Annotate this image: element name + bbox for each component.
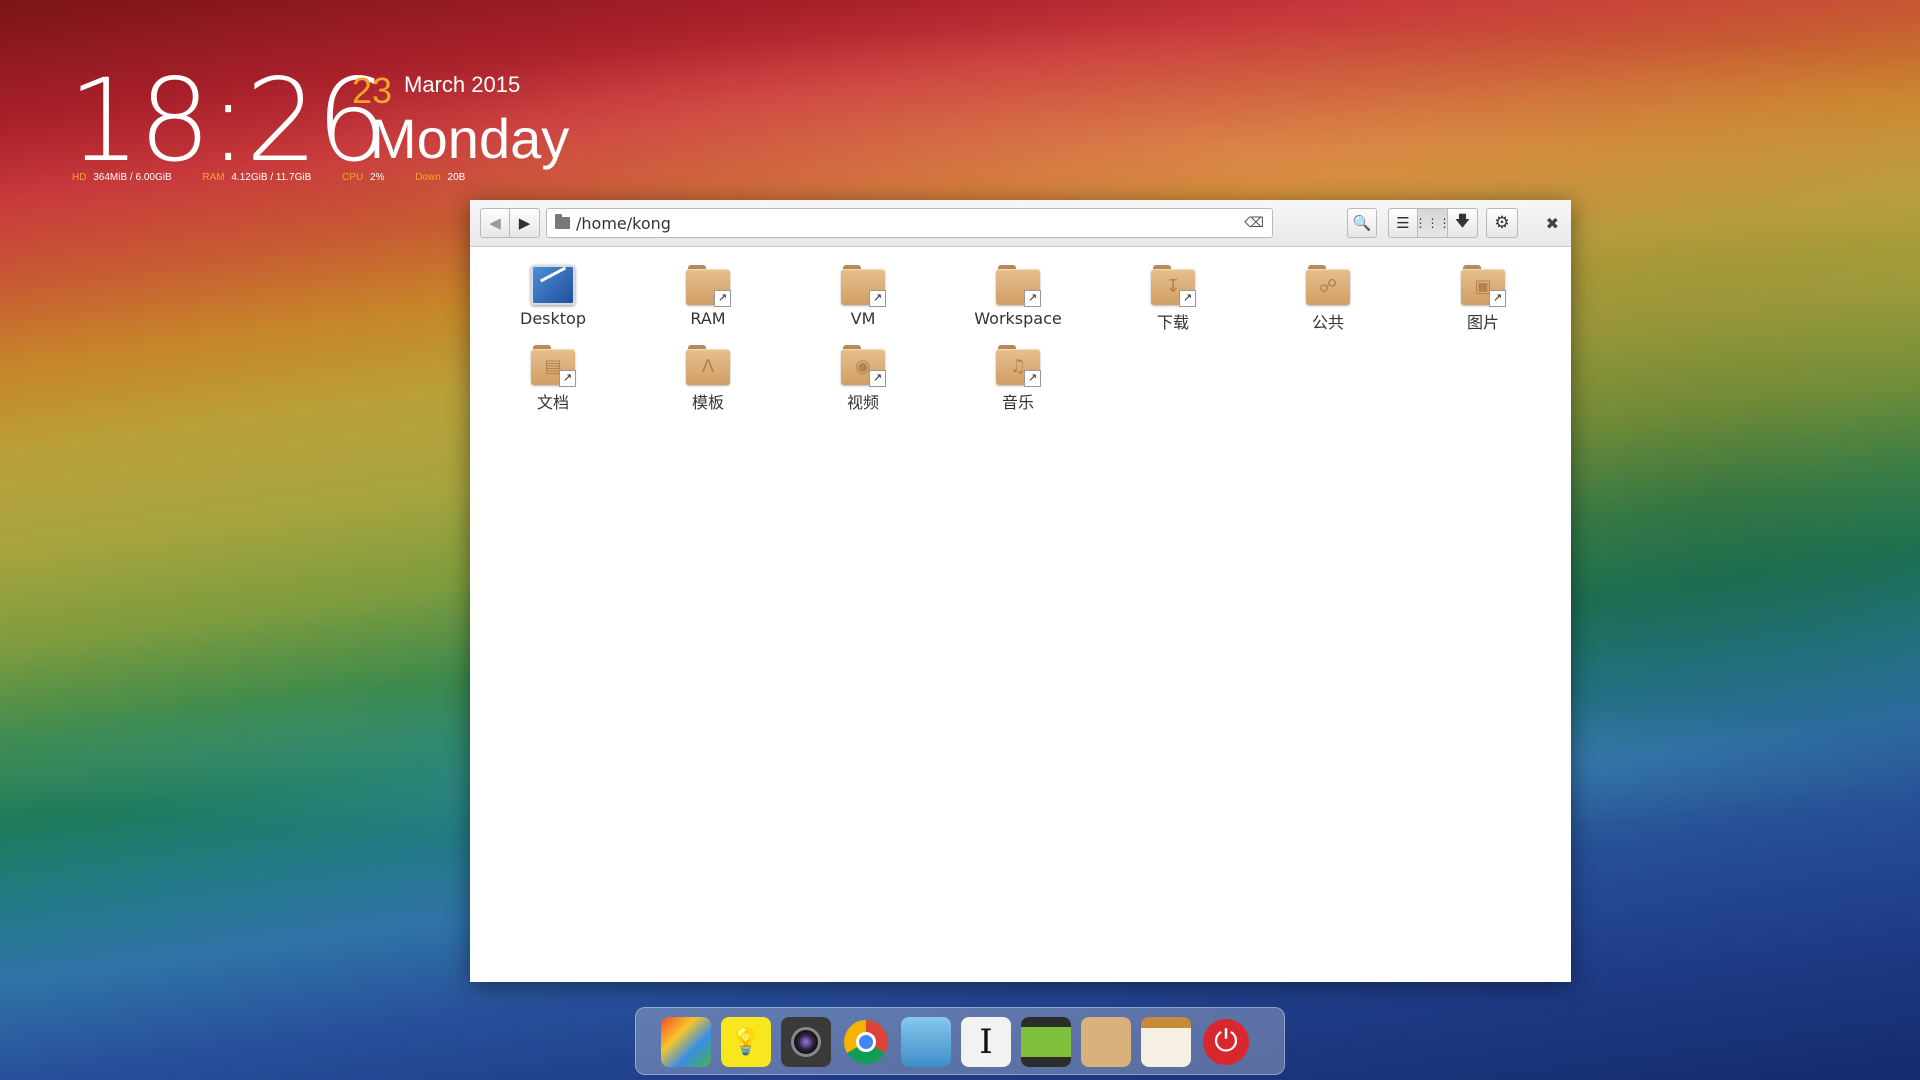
file-item-label: 下载 — [1156, 313, 1189, 332]
search-button[interactable]: 🔍 — [1347, 208, 1377, 238]
download-folder-icon: ↧ ↗ — [1151, 265, 1196, 307]
stat-hd-value: 364MiB / 6.00GiB — [93, 172, 172, 183]
file-item-public[interactable]: ☍ 公共 — [1273, 255, 1383, 332]
file-item-label: 文档 — [536, 393, 569, 412]
archive-icon[interactable] — [1081, 1017, 1131, 1067]
file-item-label: Workspace — [974, 309, 1062, 328]
settings-button[interactable]: ⚙ — [1486, 208, 1518, 238]
file-item-vm[interactable]: ↗ VM — [808, 255, 918, 329]
file-item-templates[interactable]: Λ 模板 — [653, 335, 763, 412]
app-grid-icon[interactable] — [661, 1017, 711, 1067]
dock: 💡 I ⏻ — [635, 1007, 1285, 1075]
stat-ram-label: RAM — [202, 172, 225, 183]
stat-down-value: 20B — [447, 172, 466, 183]
videos-folder-icon: ◉ ↗ — [841, 345, 886, 387]
stat-cpu-label: CPU — [342, 172, 364, 183]
list-view-button[interactable]: ☰ — [1388, 208, 1418, 238]
notes-icon[interactable] — [1141, 1017, 1191, 1067]
stat-down-label: Down — [415, 172, 441, 183]
file-item-label: RAM — [690, 309, 726, 328]
close-icon: ✖ — [1545, 214, 1559, 233]
folder-link-icon: ↗ — [686, 265, 731, 307]
system-stats: HD 364MiB / 6.00GiB RAM 4.12GiB / 11.7Gi… — [72, 172, 493, 183]
back-button[interactable]: ◀ — [480, 208, 510, 238]
lightbulb-icon[interactable]: 💡 — [721, 1017, 771, 1067]
music-folder-icon: ♫ ↗ — [996, 345, 1041, 387]
clock-weekday: Monday — [370, 107, 570, 170]
file-item-workspace[interactable]: ↗ Workspace — [963, 255, 1073, 329]
grid-view-button[interactable]: ⋮⋮⋮ — [1414, 208, 1451, 238]
file-item-label: 音乐 — [1001, 393, 1034, 412]
file-manager-window: ◀ ▶ /home/kong ⌫ 🔍 ☰ ⋮⋮⋮ 🡇 ⚙ ✖ Desktop ↗… — [470, 200, 1571, 982]
arrow-down-icon: 🡇 — [1454, 211, 1471, 230]
file-item-label: 图片 — [1466, 313, 1499, 332]
clock-widget: 18:26 23 March 2015 Monday HD 364MiB / 6… — [68, 62, 588, 192]
file-item-label: 模板 — [691, 393, 724, 412]
pictures-folder-icon: ▣ ↗ — [1461, 265, 1506, 307]
text-editor-icon[interactable]: I — [961, 1017, 1011, 1067]
share-folder-icon: ☍ — [1306, 265, 1350, 305]
clock-time: 18:26 — [68, 54, 389, 187]
file-item-pictures[interactable]: ▣ ↗ 图片 — [1428, 255, 1538, 332]
file-item-desktop[interactable]: Desktop — [498, 255, 608, 329]
arrow-right-icon: ▶ — [518, 214, 531, 232]
file-item-label: Desktop — [520, 309, 586, 328]
sort-button[interactable]: 🡇 — [1448, 208, 1478, 238]
file-item-ram[interactable]: ↗ RAM — [653, 255, 763, 329]
file-item-documents[interactable]: ▤ ↗ 文档 — [498, 335, 608, 412]
list-view-icon: ☰ — [1396, 214, 1410, 232]
file-item-downloads[interactable]: ↧ ↗ 下载 — [1118, 255, 1228, 332]
video-icon[interactable] — [1021, 1017, 1071, 1067]
grid-view-icon: ⋮⋮⋮ — [1414, 216, 1451, 230]
location-bar[interactable]: /home/kong ⌫ — [546, 208, 1273, 238]
search-icon: 🔍 — [1352, 214, 1372, 232]
close-button[interactable]: ✖ — [1546, 214, 1559, 233]
forward-button[interactable]: ▶ — [510, 208, 540, 238]
chrome-icon[interactable] — [841, 1017, 891, 1067]
file-item-label: 公共 — [1311, 313, 1344, 332]
templates-folder-icon: Λ — [686, 345, 730, 385]
file-grid: Desktop ↗ RAM ↗ VM ↗ Workspace ↧ ↗ 下载 ☍ 公… — [470, 247, 1571, 982]
camera-icon[interactable] — [781, 1017, 831, 1067]
file-item-videos[interactable]: ◉ ↗ 视频 — [808, 335, 918, 412]
folder-link-icon: ↗ — [996, 265, 1041, 307]
file-item-music[interactable]: ♫ ↗ 音乐 — [963, 335, 1073, 412]
power-icon[interactable]: ⏻ — [1201, 1017, 1251, 1067]
location-path: /home/kong — [576, 213, 671, 233]
folder-link-icon: ↗ — [841, 265, 886, 307]
clock-month-year: March 2015 — [404, 72, 521, 97]
folder-icon — [555, 214, 570, 229]
clear-location-icon[interactable]: ⌫ — [1244, 215, 1264, 231]
file-item-label: VM — [850, 309, 876, 328]
desktop-icon — [531, 265, 575, 305]
files-icon[interactable] — [901, 1017, 951, 1067]
arrow-left-icon: ◀ — [489, 214, 501, 232]
documents-folder-icon: ▤ ↗ — [531, 345, 576, 387]
stat-cpu-value: 2% — [369, 172, 385, 183]
stat-ram-value: 4.12GiB / 11.7GiB — [231, 172, 312, 183]
toolbar: ◀ ▶ /home/kong ⌫ 🔍 ☰ ⋮⋮⋮ 🡇 ⚙ ✖ — [470, 200, 1571, 247]
gear-icon: ⚙ — [1494, 213, 1510, 233]
stat-hd-label: HD — [72, 172, 87, 183]
file-item-label: 视频 — [846, 393, 879, 412]
